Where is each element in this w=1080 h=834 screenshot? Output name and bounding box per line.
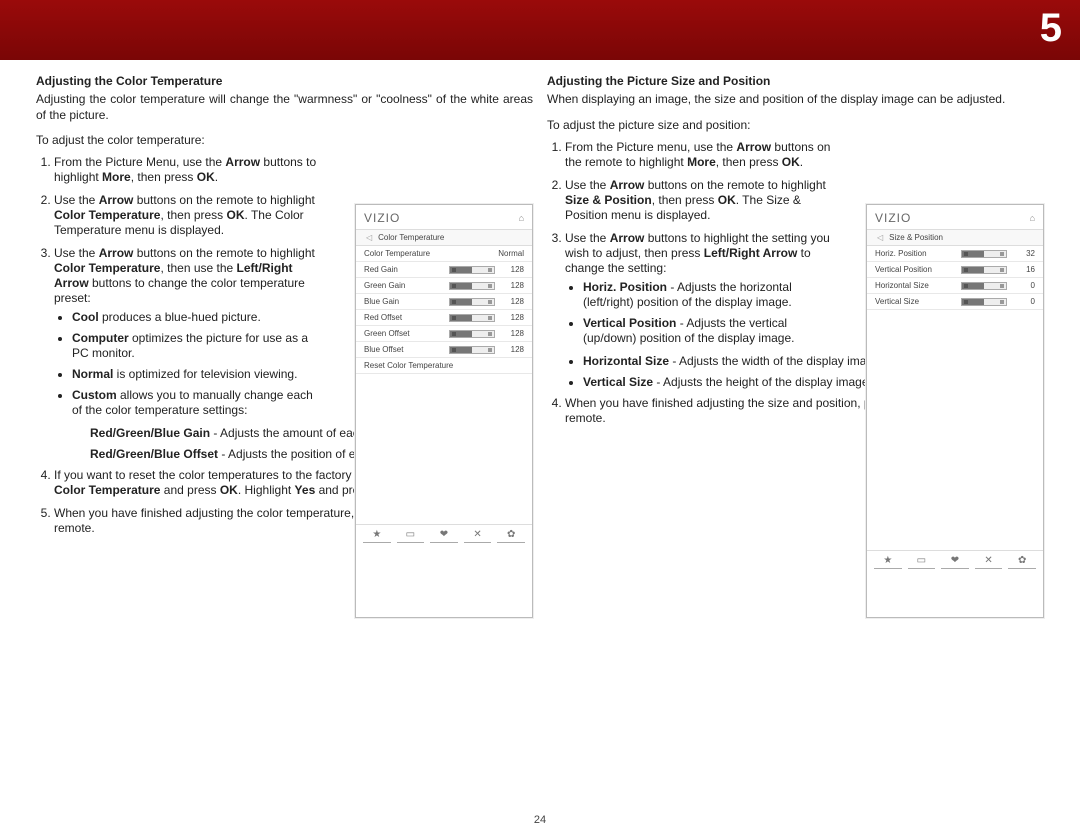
osd-row: Blue Gain 128: [356, 294, 532, 310]
osd-row: Blue Offset 128: [356, 342, 532, 358]
osd-row-label: Horizontal Size: [867, 278, 947, 294]
osd-row-value: 32: [1015, 246, 1043, 262]
bullet: Vertical Position - Adjusts the vertical…: [583, 316, 833, 346]
slider-icon: [961, 250, 1007, 258]
osd-title: Color Temperature: [378, 233, 444, 242]
home-icon: ⌂: [1030, 213, 1035, 223]
page-number: 24: [0, 814, 1080, 826]
slider-icon: [449, 346, 495, 354]
chapter-number: 5: [1040, 6, 1062, 51]
lead-text: To adjust the color temperature:: [36, 133, 533, 147]
bullet: Normal is optimized for television viewi…: [72, 367, 322, 382]
step: Use the Arrow buttons on the remote to h…: [565, 178, 833, 223]
osd-row-value: 0: [1015, 278, 1043, 294]
osd-brand: VIZIO: [875, 211, 911, 225]
step: Use the Arrow buttons on the remote to h…: [54, 193, 322, 238]
intro-text: Adjusting the color temperature will cha…: [36, 92, 533, 123]
osd-row-value: 128: [503, 326, 532, 342]
osd-footer-icon: ▭: [397, 529, 425, 543]
osd-row-label: Color Temperature: [356, 246, 440, 262]
page-body: Adjusting the Color Temperature Adjustin…: [0, 60, 1080, 544]
slider-icon: [961, 282, 1007, 290]
home-icon: ⌂: [519, 213, 524, 223]
osd-row-value: 0: [1015, 294, 1043, 310]
osd-title: Size & Position: [889, 233, 943, 242]
osd-footer-icon: ✕: [975, 555, 1003, 569]
osd-row-label: Vertical Position: [867, 262, 947, 278]
steps-list: From the Picture menu, use the Arrow but…: [547, 140, 833, 346]
section-heading: Adjusting the Color Temperature: [36, 74, 533, 88]
bullet: Custom allows you to manually change eac…: [72, 388, 322, 418]
bullet: Cool produces a blue-hued picture.: [72, 310, 322, 325]
osd-row-label: Reset Color Temperature: [356, 358, 532, 374]
osd-footer: ★ ▭ ❤ ✕ ✿: [867, 550, 1043, 573]
osd-brand: VIZIO: [364, 211, 400, 225]
step: From the Picture Menu, use the Arrow but…: [54, 155, 322, 185]
left-column: Adjusting the Color Temperature Adjustin…: [36, 74, 533, 544]
osd-footer-icon: ✿: [497, 529, 525, 543]
slider-icon: [449, 266, 495, 274]
slider-icon: [449, 282, 495, 290]
bullet: Horiz. Position - Adjusts the horizontal…: [583, 280, 833, 310]
osd-row-label: Green Gain: [356, 278, 440, 294]
osd-row-label: Red Gain: [356, 262, 440, 278]
osd-footer-icon: ▭: [908, 555, 936, 569]
osd-footer-icon: ★: [874, 555, 902, 569]
osd-row: Reset Color Temperature: [356, 358, 532, 374]
osd-size-position: VIZIO ⌂ ◁ Size & Position Horiz. Positio…: [866, 204, 1044, 618]
osd-row-label: Red Offset: [356, 310, 440, 326]
slider-icon: [449, 314, 495, 322]
osd-color-temperature: VIZIO ⌂ ◁ Color Temperature Color Temper…: [355, 204, 533, 618]
slider-icon: [961, 298, 1007, 306]
osd-footer-icon: ✿: [1008, 555, 1036, 569]
step: Use the Arrow buttons to highlight the s…: [565, 231, 833, 346]
steps-list: From the Picture Menu, use the Arrow but…: [36, 155, 322, 418]
osd-row-label: Blue Offset: [356, 342, 440, 358]
section-heading: Adjusting the Picture Size and Position: [547, 74, 1044, 88]
intro-text: When displaying an image, the size and p…: [547, 92, 1044, 108]
osd-row: Green Offset 128: [356, 326, 532, 342]
osd-settings-table: Color TemperatureNormalRed Gain128Green …: [356, 246, 532, 374]
osd-row-value: 128: [503, 310, 532, 326]
osd-footer-icon: ❤: [941, 555, 969, 569]
osd-settings-table: Horiz. Position32Vertical Position16Hori…: [867, 246, 1043, 310]
bullet: Computer optimizes the picture for use a…: [72, 331, 322, 361]
osd-row-label: Vertical Size: [867, 294, 947, 310]
right-column: Adjusting the Picture Size and Position …: [547, 74, 1044, 544]
osd-row: Vertical Size 0: [867, 294, 1043, 310]
slider-icon: [449, 298, 495, 306]
osd-row: Vertical Position 16: [867, 262, 1043, 278]
osd-row-value: 128: [503, 342, 532, 358]
osd-row: Green Gain 128: [356, 278, 532, 294]
chapter-header: 5: [0, 0, 1080, 60]
osd-row-value: Normal: [440, 246, 532, 262]
osd-row-label: Horiz. Position: [867, 246, 947, 262]
osd-row: Red Offset 128: [356, 310, 532, 326]
slider-icon: [449, 330, 495, 338]
osd-row-value: 128: [503, 262, 532, 278]
osd-row: Horizontal Size 0: [867, 278, 1043, 294]
slider-icon: [961, 266, 1007, 274]
osd-row-value: 128: [503, 294, 532, 310]
back-icon: ◁: [877, 233, 883, 242]
osd-row-label: Green Offset: [356, 326, 440, 342]
osd-row-value: 16: [1015, 262, 1043, 278]
osd-row: Horiz. Position 32: [867, 246, 1043, 262]
osd-footer: ★ ▭ ❤ ✕ ✿: [356, 524, 532, 547]
osd-row: Red Gain 128: [356, 262, 532, 278]
osd-footer-icon: ✕: [464, 529, 492, 543]
osd-row-value: 128: [503, 278, 532, 294]
back-icon: ◁: [366, 233, 372, 242]
osd-footer-icon: ★: [363, 529, 391, 543]
step: Use the Arrow buttons on the remote to h…: [54, 246, 322, 418]
osd-row-label: Blue Gain: [356, 294, 440, 310]
lead-text: To adjust the picture size and position:: [547, 118, 1044, 132]
step: From the Picture menu, use the Arrow but…: [565, 140, 833, 170]
osd-footer-icon: ❤: [430, 529, 458, 543]
osd-row: Color TemperatureNormal: [356, 246, 532, 262]
